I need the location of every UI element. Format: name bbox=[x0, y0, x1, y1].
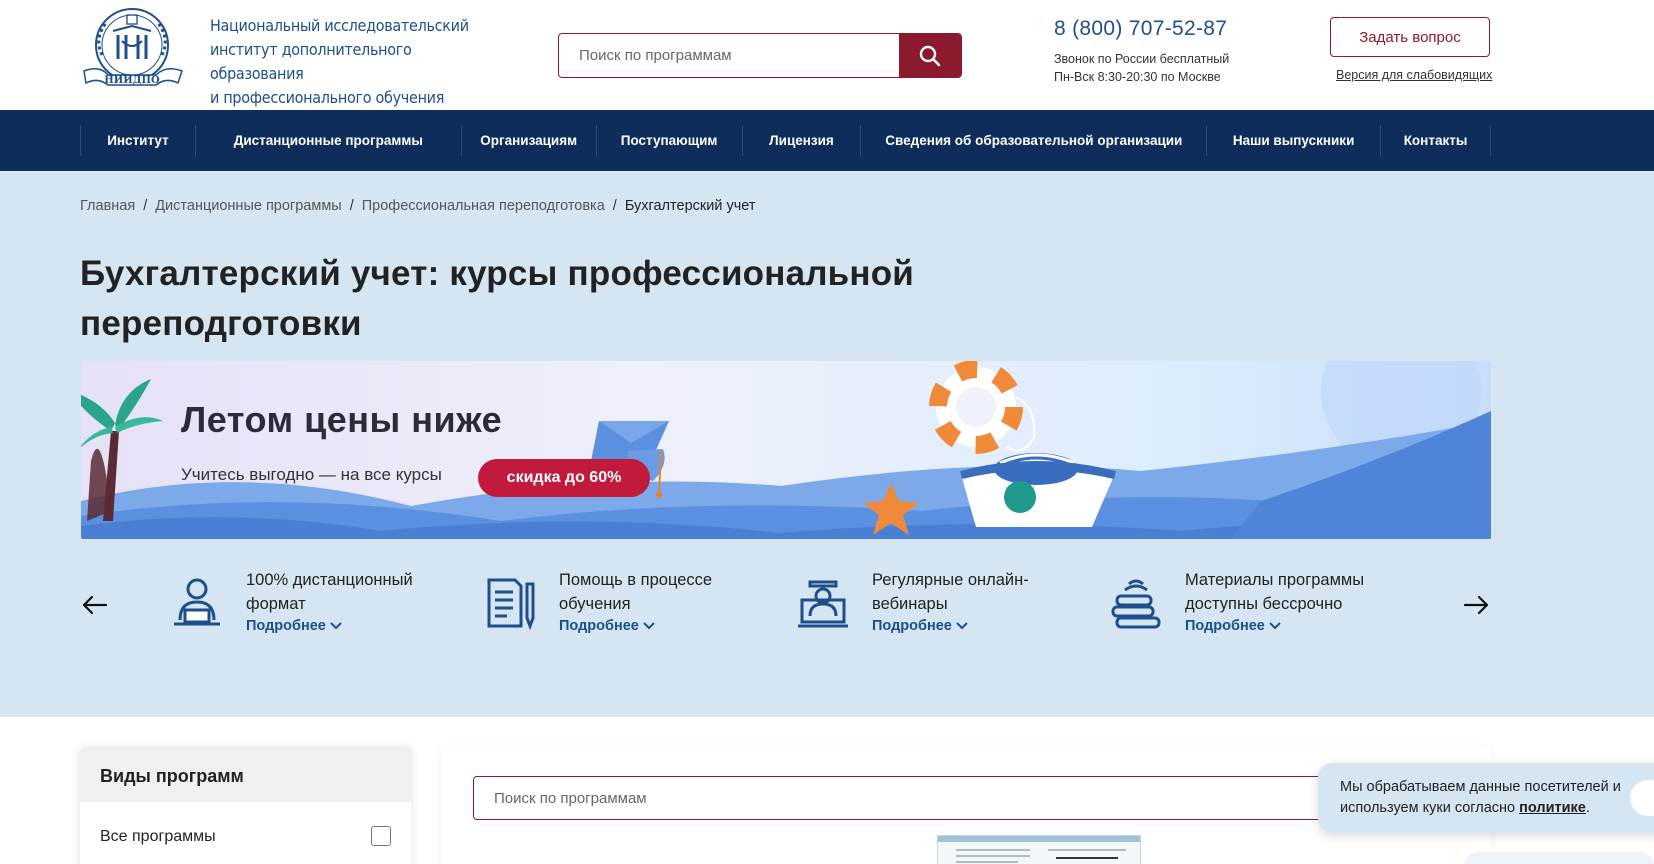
institute-logo[interactable]: НИИДПО bbox=[80, 5, 188, 95]
cookie-notice: Мы обрабатываем данные посетителей и исп… bbox=[1318, 763, 1654, 833]
institute-name: Национальный исследовательский институт … bbox=[210, 14, 480, 110]
phone-note-hours: Пн-Вск 8:30-20:30 по Москве bbox=[1054, 70, 1221, 84]
page-title: Бухгалтерский учет: курсы профессиональн… bbox=[80, 254, 915, 343]
institute-name-line-3: и профессионального обучения bbox=[210, 88, 445, 107]
features-carousel: 100% дистанционный формат Подробнее Помо… bbox=[80, 568, 1491, 658]
feature-lifetime-access: Материалы программы доступны бессрочно П… bbox=[1109, 568, 1409, 658]
program-types-filter: Виды программ Все программы bbox=[80, 746, 411, 864]
breadcrumb-retraining[interactable]: Профессиональная переподготовка bbox=[362, 198, 605, 214]
cookie-policy-link[interactable]: политике bbox=[1519, 800, 1586, 816]
arrow-right-icon bbox=[1463, 595, 1489, 615]
phone-note: Звонок по России бесплатный Пн-Вск 8:30-… bbox=[1054, 50, 1229, 86]
webinar-teacher-icon bbox=[798, 580, 848, 628]
breadcrumb-distance-programs[interactable]: Дистанционные программы bbox=[155, 198, 341, 214]
institute-name-line-2: институт дополнительного образования bbox=[210, 40, 412, 83]
header-search-button[interactable] bbox=[899, 34, 961, 77]
diploma-preview-image bbox=[937, 835, 1141, 864]
banner-illustration bbox=[81, 361, 1491, 539]
nav-item-graduates[interactable]: Наши выпускники bbox=[1207, 125, 1382, 156]
nav-item-organizations[interactable]: Организациям bbox=[462, 125, 597, 156]
phone-note-free: Звонок по России бесплатный bbox=[1054, 52, 1230, 66]
breadcrumb-current: Бухгалтерский учет bbox=[624, 198, 756, 214]
chevron-down-icon bbox=[1269, 622, 1281, 630]
promo-banner[interactable]: Летом цены ниже Учитесь выгодно — на все… bbox=[81, 361, 1491, 539]
feature-more-label: Подробнее bbox=[246, 618, 326, 634]
document-pen-icon bbox=[487, 578, 535, 630]
carousel-prev-button[interactable] bbox=[80, 590, 110, 620]
feature-learning-help: Помощь в процессе обучения Подробнее bbox=[483, 568, 783, 658]
feature-more-link[interactable]: Подробнее bbox=[246, 618, 342, 634]
nav-item-applicants[interactable]: Поступающим bbox=[597, 125, 743, 156]
filter-heading: Виды программ bbox=[80, 746, 411, 802]
feature-more-label: Подробнее bbox=[872, 618, 952, 634]
institute-name-line-1: Национальный исследовательский bbox=[210, 16, 469, 35]
feature-text: Помощь в процессе обучения bbox=[559, 571, 713, 613]
filter-all-programs-label: Все программы bbox=[100, 828, 216, 845]
feature-webinars: Регулярные онлайн-вебинары Подробнее bbox=[796, 568, 1096, 658]
header-search bbox=[558, 33, 962, 78]
feature-text: Материалы программы доступны бессрочно bbox=[1185, 571, 1365, 613]
site-header: НИИДПО Национальный исследовательский ин… bbox=[0, 0, 1654, 110]
feature-more-link[interactable]: Подробнее bbox=[872, 618, 968, 634]
nav-item-license[interactable]: Лицензия bbox=[743, 125, 862, 156]
nav-item-distance-programs[interactable]: Дистанционные программы bbox=[196, 125, 462, 156]
feature-more-label: Подробнее bbox=[559, 618, 639, 634]
logo-caption: НИИДПО bbox=[104, 75, 160, 86]
feature-more-link[interactable]: Подробнее bbox=[559, 618, 655, 634]
breadcrumb: Главная / Дистанционные программы / Професси… bbox=[80, 198, 755, 214]
nav-item-contacts[interactable]: Контакты bbox=[1381, 125, 1491, 156]
all-programs-checkbox[interactable] bbox=[371, 826, 391, 846]
phone-number[interactable]: 8 (800) 707-52-87 bbox=[1054, 17, 1227, 41]
feature-text: 100% дистанционный формат bbox=[246, 571, 413, 613]
arrow-left-icon bbox=[82, 595, 108, 615]
cookie-text-end: . bbox=[1585, 800, 1590, 816]
breadcrumb-separator: / bbox=[143, 198, 148, 214]
chat-widget[interactable] bbox=[1464, 852, 1654, 864]
nav-item-org-info[interactable]: Сведения об образовательной организации bbox=[861, 125, 1208, 156]
banner-subtitle: Учитесь выгодно — на все курсы bbox=[181, 465, 442, 484]
hero-section: Главная / Дистанционные программы / Професси… bbox=[0, 171, 1654, 717]
feature-text: Регулярные онлайн-вебинары bbox=[872, 571, 1029, 613]
nav-item-institute[interactable]: Институт bbox=[81, 125, 196, 156]
main-nav: Институт Дистанционные программы Организ… bbox=[0, 110, 1654, 171]
carousel-next-button[interactable] bbox=[1461, 590, 1491, 620]
feature-remote-format: 100% дистанционный формат Подробнее bbox=[170, 568, 470, 658]
accessibility-version-link[interactable]: Версия для слабовидящих bbox=[1336, 68, 1492, 82]
breadcrumb-separator: / bbox=[612, 198, 617, 214]
chevron-down-icon bbox=[956, 622, 968, 630]
header-search-input[interactable] bbox=[559, 34, 901, 77]
discount-badge: скидка до 60% bbox=[478, 459, 650, 497]
feature-more-label: Подробнее bbox=[1185, 618, 1265, 634]
feature-more-link[interactable]: Подробнее bbox=[1185, 618, 1281, 634]
chevron-down-icon bbox=[643, 622, 655, 630]
breadcrumb-separator: / bbox=[349, 198, 354, 214]
remote-learner-icon bbox=[174, 578, 220, 626]
chevron-down-icon bbox=[330, 622, 342, 630]
cookie-accept-button[interactable] bbox=[1630, 780, 1654, 816]
banner-title: Летом цены ниже bbox=[181, 399, 503, 440]
filter-all-programs[interactable]: Все программы bbox=[100, 826, 391, 846]
breadcrumb-home[interactable]: Главная bbox=[80, 198, 135, 214]
books-stack-icon bbox=[1111, 579, 1161, 629]
search-icon bbox=[919, 45, 941, 66]
ask-question-button[interactable]: Задать вопрос bbox=[1330, 17, 1490, 57]
